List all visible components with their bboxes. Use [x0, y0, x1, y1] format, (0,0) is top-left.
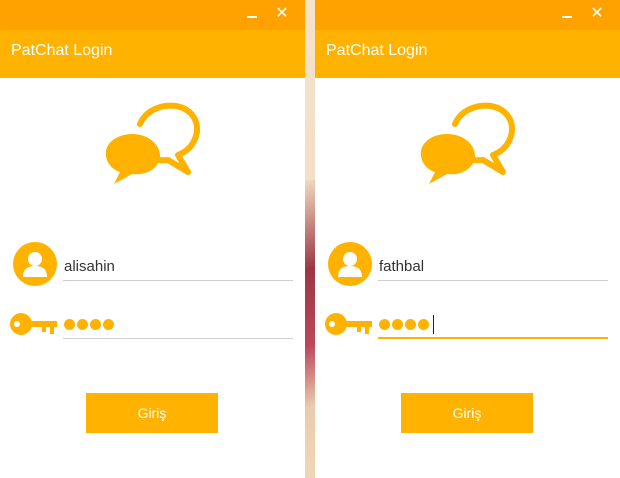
- chat-bubbles-icon: [105, 102, 200, 184]
- text-cursor: [433, 315, 434, 334]
- login-button[interactable]: Giriş: [86, 393, 218, 433]
- close-icon[interactable]: ✕: [588, 5, 606, 23]
- app-title: PatChat Login: [326, 42, 428, 59]
- password-dot: [405, 319, 416, 330]
- key-icon: [10, 313, 57, 335]
- password-dot: [418, 319, 429, 330]
- password-field[interactable]: [63, 311, 293, 339]
- password-mask: [64, 319, 114, 331]
- window-titlebar[interactable]: ✕: [0, 0, 305, 30]
- minimize-icon[interactable]: [558, 5, 576, 23]
- user-avatar-icon: [328, 242, 372, 286]
- minimize-icon[interactable]: [243, 5, 261, 23]
- key-icon: [325, 313, 372, 335]
- login-button[interactable]: Giriş: [401, 393, 533, 433]
- password-dot: [392, 319, 403, 330]
- username-field[interactable]: alisahin: [63, 253, 293, 281]
- window-titlebar[interactable]: ✕: [315, 0, 620, 30]
- login-window-2: ✕ PatChat Login fathbal Giriş: [315, 0, 620, 478]
- app-header: PatChat Login: [315, 30, 620, 78]
- close-icon[interactable]: ✕: [273, 5, 291, 23]
- password-dot: [103, 319, 114, 330]
- username-value: alisahin: [64, 258, 115, 275]
- username-value: fathbal: [379, 258, 425, 275]
- password-dot: [90, 319, 101, 330]
- password-dot: [64, 319, 75, 330]
- password-mask: [379, 319, 429, 331]
- login-window-1: ✕ PatChat Login alisahin Giriş: [0, 0, 305, 478]
- username-field[interactable]: fathbal: [378, 253, 608, 281]
- password-field[interactable]: [378, 311, 608, 339]
- password-dot: [379, 319, 390, 330]
- password-dot: [77, 319, 88, 330]
- app-title: PatChat Login: [11, 42, 113, 59]
- chat-bubbles-icon: [420, 102, 515, 184]
- app-header: PatChat Login: [0, 30, 305, 78]
- user-avatar-icon: [13, 242, 57, 286]
